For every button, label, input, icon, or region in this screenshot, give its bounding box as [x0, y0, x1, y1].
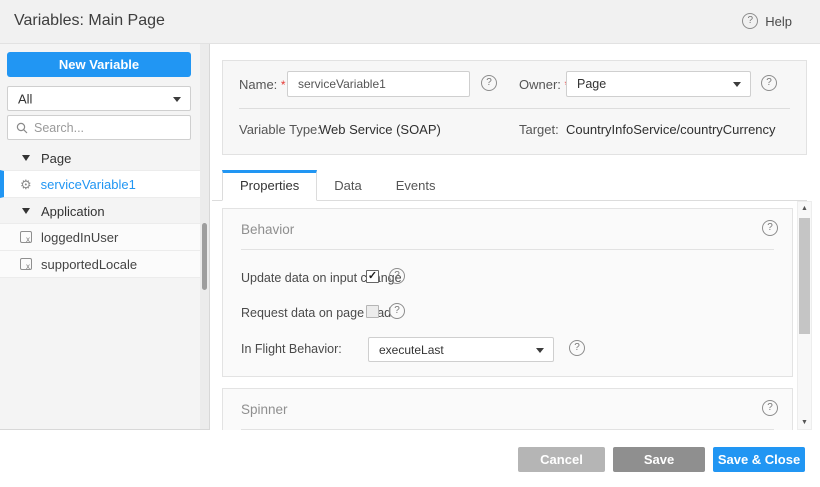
search-input[interactable]	[34, 121, 174, 135]
chevron-down-icon	[536, 348, 544, 353]
search-box[interactable]	[7, 115, 191, 140]
sidebar-scroll-thumb[interactable]	[202, 223, 207, 290]
tree-group-label: Page	[41, 151, 71, 166]
owner-select[interactable]: Page	[566, 71, 751, 97]
help-button[interactable]: Help	[742, 13, 792, 29]
target-label: Target:	[519, 122, 559, 137]
spinner-section: Spinner	[222, 388, 793, 430]
cancel-button[interactable]: Cancel	[518, 447, 605, 472]
update-data-checkbox[interactable]: ✓	[366, 270, 379, 283]
main-scrollbar[interactable]: ▲ ▼	[797, 201, 812, 430]
tab-data[interactable]: Data	[317, 171, 378, 200]
owner-label: Owner: *	[519, 77, 569, 92]
collapse-arrow-icon	[22, 155, 30, 161]
footer-buttons: Cancel Save Save & Close	[518, 447, 805, 472]
check-icon: ✓	[367, 271, 378, 282]
target-value: CountryInfoService/countryCurrency	[566, 122, 776, 137]
behavior-title: Behavior	[241, 222, 294, 237]
chevron-down-icon	[173, 97, 181, 102]
page-title: Variables: Main Page	[14, 12, 165, 30]
inflight-help-icon[interactable]	[569, 340, 585, 356]
tree-item-label: supportedLocale	[41, 257, 137, 272]
variable-icon: x	[20, 231, 32, 243]
search-icon	[16, 122, 28, 134]
sidebar-scrollbar[interactable]	[200, 44, 209, 429]
spinner-title: Spinner	[241, 402, 288, 417]
scroll-up-icon[interactable]: ▲	[798, 202, 811, 215]
tree-group-page[interactable]: Page	[0, 145, 200, 171]
tab-bar: Properties Data Events	[212, 170, 807, 201]
tree-item-label: serviceVariable1	[41, 177, 136, 192]
variable-type-value: Web Service (SOAP)	[319, 122, 441, 137]
inflight-label: In Flight Behavior:	[241, 342, 342, 356]
properties-scroll-area: Behavior Update data on input change ✓ R…	[210, 201, 820, 430]
behavior-section: Behavior Update data on input change ✓ R…	[222, 208, 793, 377]
save-button[interactable]: Save	[613, 447, 705, 472]
request-data-help-icon[interactable]	[389, 303, 405, 319]
variable-filter-select[interactable]: All	[7, 86, 191, 111]
behavior-help-icon[interactable]	[762, 220, 778, 236]
inflight-select[interactable]: executeLast	[368, 337, 554, 362]
name-help-icon[interactable]	[481, 75, 497, 91]
update-data-help-icon[interactable]	[389, 268, 405, 284]
owner-selected-value: Page	[577, 77, 606, 91]
variable-form-panel: Name: * Owner: * Page Variable Type: Web…	[222, 60, 807, 155]
main-panel: Name: * Owner: * Page Variable Type: Web…	[210, 44, 820, 430]
scroll-thumb[interactable]	[799, 218, 810, 334]
name-label: Name: *	[239, 77, 286, 92]
tab-properties[interactable]: Properties	[222, 170, 317, 201]
required-asterisk: *	[281, 78, 286, 92]
chevron-down-icon	[733, 82, 741, 87]
tab-events[interactable]: Events	[379, 171, 453, 200]
tree-group-application[interactable]: Application	[0, 198, 200, 224]
tree-item-loggedinuser[interactable]: x loggedInUser	[0, 223, 200, 251]
spinner-help-icon[interactable]	[762, 400, 778, 416]
filter-selected-value: All	[18, 91, 32, 106]
help-label: Help	[765, 14, 792, 29]
variable-tree: Page ⚙ serviceVariable1 Application x lo…	[0, 145, 200, 278]
variable-type-label: Variable Type:	[239, 122, 321, 137]
tree-group-label: Application	[41, 204, 105, 219]
sidebar: New Variable All Page ⚙ serviceVariable1	[0, 44, 210, 430]
inflight-selected-value: executeLast	[379, 343, 444, 357]
name-input[interactable]	[287, 71, 470, 97]
variables-dialog: Variables: Main Page Help New Variable A…	[0, 0, 820, 487]
request-data-checkbox[interactable]	[366, 305, 379, 318]
tree-item-label: loggedInUser	[41, 230, 118, 245]
top-bar: Variables: Main Page Help	[0, 0, 820, 44]
scroll-down-icon[interactable]: ▼	[798, 416, 811, 429]
variable-icon: x	[20, 258, 32, 270]
owner-help-icon[interactable]	[761, 75, 777, 91]
form-divider	[239, 108, 790, 109]
save-close-button[interactable]: Save & Close	[713, 447, 805, 472]
behavior-divider	[241, 249, 774, 250]
footer: Cancel Save Save & Close	[0, 430, 820, 487]
tree-item-supportedlocale[interactable]: x supportedLocale	[0, 250, 200, 278]
collapse-arrow-icon	[22, 208, 30, 214]
help-icon	[742, 13, 758, 29]
tree-item-servicevariable1[interactable]: ⚙ serviceVariable1	[0, 170, 200, 198]
service-variable-icon: ⚙	[20, 178, 32, 191]
new-variable-button[interactable]: New Variable	[7, 52, 191, 77]
